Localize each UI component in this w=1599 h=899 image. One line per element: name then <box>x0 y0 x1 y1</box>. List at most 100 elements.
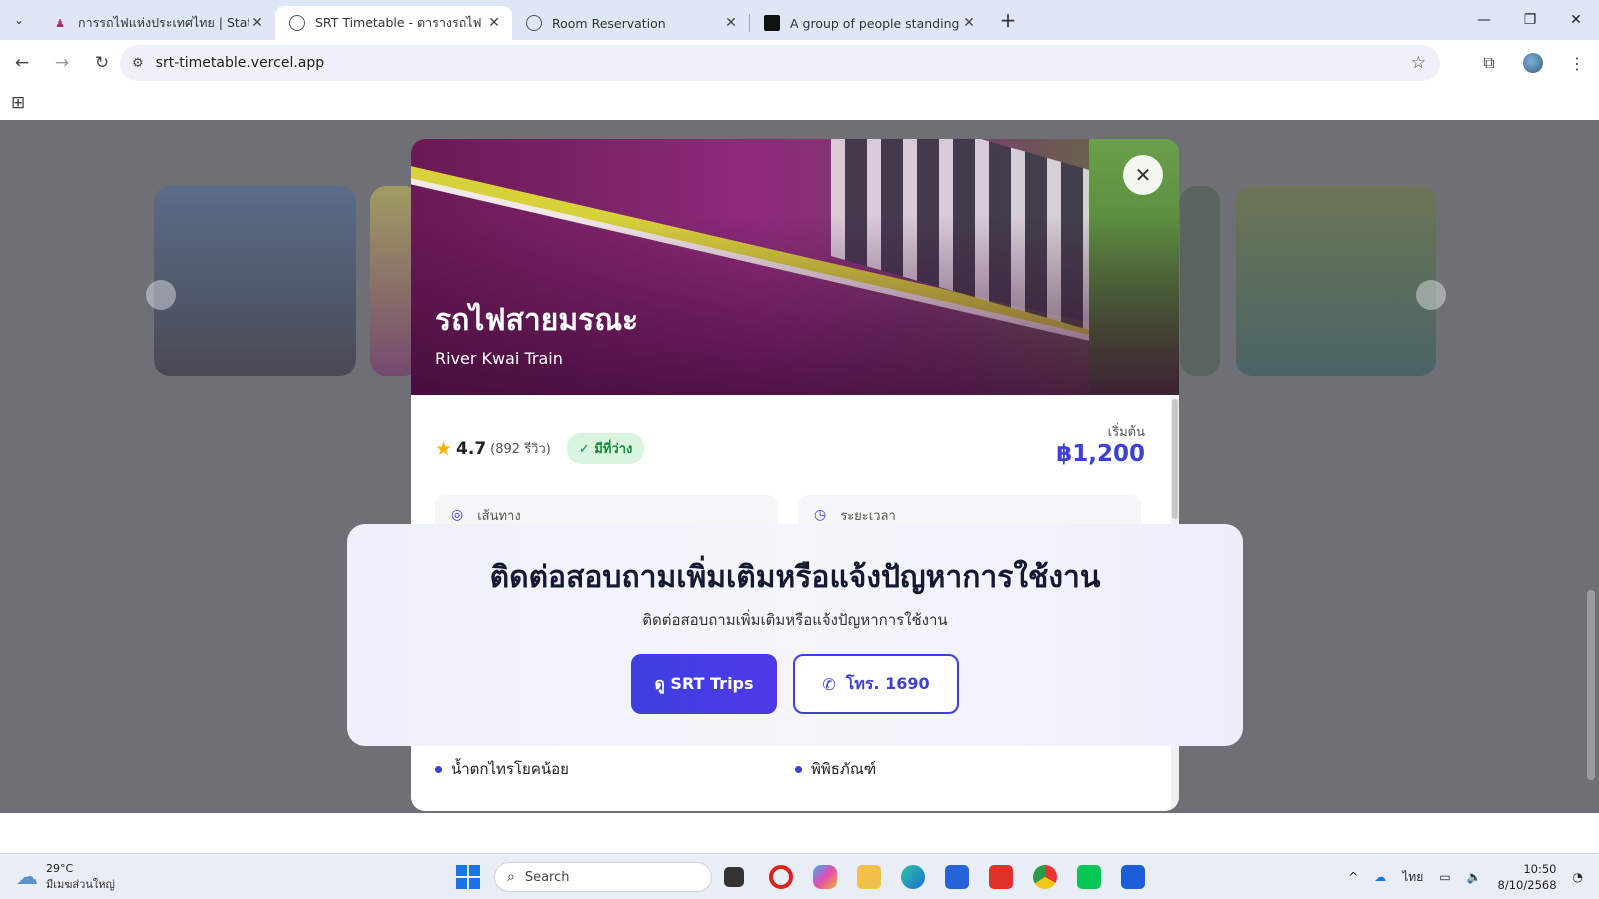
list-item: พิพิธภัณฑ์ <box>795 757 876 781</box>
modal-close-button[interactable]: ✕ <box>1123 155 1163 195</box>
trip-card[interactable] <box>1236 186 1436 376</box>
browser-menu-icon[interactable]: ⋮ <box>1555 54 1599 73</box>
note-app-icon[interactable] <box>1121 865 1145 889</box>
chevron-up-icon[interactable]: ^ <box>1348 870 1358 884</box>
input-language[interactable]: ไทย <box>1402 868 1423 887</box>
apps-grid-icon[interactable]: ⊞ <box>11 93 25 113</box>
contact-title: ติดต่อสอบถามเพิ่มเติมหรือแจ้งปัญหาการใช้… <box>489 560 1101 595</box>
browser-tab[interactable]: Room Reservation ✕ <box>512 6 749 40</box>
windows-start-icon[interactable] <box>456 865 480 889</box>
srt-favicon-icon: ♟ <box>55 16 65 30</box>
trip-title-english: River Kwai Train <box>435 349 563 368</box>
minimize-icon[interactable]: — <box>1461 0 1507 40</box>
weather-widget[interactable]: ☁ 29°C มีเมฆส่วนใหญ่ <box>16 862 115 893</box>
bullet-dot <box>435 765 442 773</box>
clock-date: 8/10/2568 <box>1497 878 1557 892</box>
scrollbar-thumb[interactable] <box>1172 399 1178 519</box>
globe-icon <box>526 15 542 31</box>
bookmarks-bar: ⊞ <box>0 86 1599 120</box>
contact-subtitle: ติดต่อสอบถามเพิ่มเติมหรือแจ้งปัญหาการใช้… <box>642 611 948 629</box>
location-pin-icon: ◎ <box>451 507 464 523</box>
list-item: น้ำตกไทรโยคน้อย <box>435 757 569 781</box>
window-controls: — ❐ ✕ <box>1461 0 1599 40</box>
site-info-icon[interactable]: ⚙ <box>132 56 144 71</box>
task-view-icon[interactable] <box>724 867 744 887</box>
line-icon[interactable] <box>1077 865 1101 889</box>
clock-time: 10:50 <box>1523 862 1557 876</box>
taskbar-search[interactable]: ⌕ Search <box>494 862 712 892</box>
browser-tab-active[interactable]: SRT Timetable - ตารางรถไฟ ✕ <box>275 6 512 40</box>
tab-title: SRT Timetable - ตารางรถไฟ <box>315 15 482 30</box>
back-arrow-icon[interactable]: ← <box>4 45 40 81</box>
spot-name: พิพิธภัณฑ์ <box>811 760 877 778</box>
search-icon: ⌕ <box>507 869 515 885</box>
edge-icon[interactable] <box>901 865 925 889</box>
window-close-icon[interactable]: ✕ <box>1553 0 1599 40</box>
chrome-icon[interactable] <box>1033 865 1057 889</box>
weather-temperature: 29°C <box>46 862 74 875</box>
carousel-next-icon[interactable] <box>1416 280 1446 310</box>
price-label: เริ่มต้น <box>1107 425 1145 440</box>
address-bar[interactable]: ⚙ srt-timetable.vercel.app ☆ <box>120 45 1440 81</box>
trip-card[interactable] <box>154 186 356 376</box>
windows-taskbar: ☁ 29°C มีเมฆส่วนใหญ่ ⌕ Search ^ ☁ ไทย ▭ … <box>0 853 1599 899</box>
copilot-icon[interactable] <box>813 865 837 889</box>
clock[interactable]: 10:50 8/10/2568 <box>1498 861 1557 893</box>
rating-row: ★ 4.7 (892 รีวิว) ✓ มีที่ว่าง <box>435 433 645 464</box>
tab-title: การรถไฟแห่งประเทศไทย | State Rai <box>78 15 249 30</box>
view-srt-trips-button[interactable]: ดู SRT Trips <box>631 654 777 714</box>
anydesk-icon[interactable] <box>989 865 1013 889</box>
onedrive-icon[interactable]: ☁ <box>1374 870 1386 884</box>
weather-description: มีเมฆส่วนใหญ่ <box>46 878 115 891</box>
availability-badge: ✓ มีที่ว่าง <box>566 433 645 464</box>
browser-tab[interactable]: ♟ การรถไฟแห่งประเทศไทย | State Rai ✕ <box>38 6 275 40</box>
tab-search-dropdown-icon[interactable]: ⌄ <box>0 0 38 40</box>
call-hotline-label: โทร. 1690 <box>845 673 930 693</box>
duration-label: ระยะเวลา <box>840 508 896 524</box>
page-scrollbar[interactable] <box>1587 590 1595 780</box>
cloud-icon: ☁ <box>16 865 38 890</box>
profile-avatar[interactable] <box>1523 53 1543 73</box>
tab-close-icon[interactable]: ✕ <box>961 15 977 31</box>
extensions-icon[interactable]: ⧉ <box>1467 53 1511 73</box>
file-explorer-icon[interactable] <box>857 865 881 889</box>
search-placeholder: Search <box>524 869 570 885</box>
system-tray: ^ ☁ ไทย ▭ 🔈 10:50 8/10/2568 ◔ <box>1348 854 1599 899</box>
tab-close-icon[interactable]: ✕ <box>723 15 739 31</box>
opera-icon[interactable] <box>769 865 793 889</box>
close-icon: ✕ <box>1134 163 1152 187</box>
browser-tab-bar: ⌄ ♟ การรถไฟแห่งประเทศไทย | State Rai ✕ S… <box>0 0 1599 40</box>
trip-title-thai: รถไฟสายมรณะ <box>435 303 639 338</box>
route-label: เส้นทาง <box>477 508 521 524</box>
tab-close-icon[interactable]: ✕ <box>249 15 265 31</box>
spot-name: น้ำตกไทรโยคน้อย <box>451 760 569 778</box>
new-tab-plus-icon[interactable]: + <box>993 8 1023 32</box>
review-count: (892 รีวิว) <box>490 442 551 457</box>
bullet-dot <box>795 765 802 773</box>
carousel-prev-icon[interactable] <box>146 280 176 310</box>
tab-title: Room Reservation <box>552 15 666 31</box>
call-hotline-button[interactable]: ✆ โทร. 1690 <box>793 654 959 714</box>
price-value: ฿1,200 <box>1056 441 1145 467</box>
restore-icon[interactable]: ❐ <box>1507 0 1553 40</box>
browser-toolbar: ← → ↻ ⚙ srt-timetable.vercel.app ☆ ⧉ ⋮ <box>0 40 1599 86</box>
unsplash-icon <box>764 15 780 31</box>
trip-card[interactable] <box>1180 186 1220 376</box>
phone-icon: ✆ <box>822 674 836 694</box>
forward-arrow-icon[interactable]: → <box>44 45 80 81</box>
store-icon[interactable] <box>945 865 969 889</box>
clock-icon: ◷ <box>814 507 827 523</box>
tab-title: A group of people standing in f <box>790 15 961 31</box>
star-icon: ★ <box>435 437 453 460</box>
trip-hero-image: รถไฟสายมรณะ River Kwai Train ✕ <box>411 139 1179 395</box>
reload-icon[interactable]: ↻ <box>84 45 120 81</box>
toolbar-right: ⧉ ⋮ <box>1467 40 1599 86</box>
network-icon[interactable]: ▭ <box>1439 870 1450 884</box>
bookmark-star-icon[interactable]: ☆ <box>1411 53 1426 73</box>
tab-close-icon[interactable]: ✕ <box>486 15 502 31</box>
speaker-muted-icon[interactable]: 🔈 <box>1467 870 1482 884</box>
globe-icon <box>289 15 305 31</box>
notification-icon[interactable]: ◔ <box>1573 870 1583 884</box>
browser-tab[interactable]: A group of people standing in f ✕ <box>750 6 987 40</box>
url-text: srt-timetable.vercel.app <box>155 55 325 71</box>
